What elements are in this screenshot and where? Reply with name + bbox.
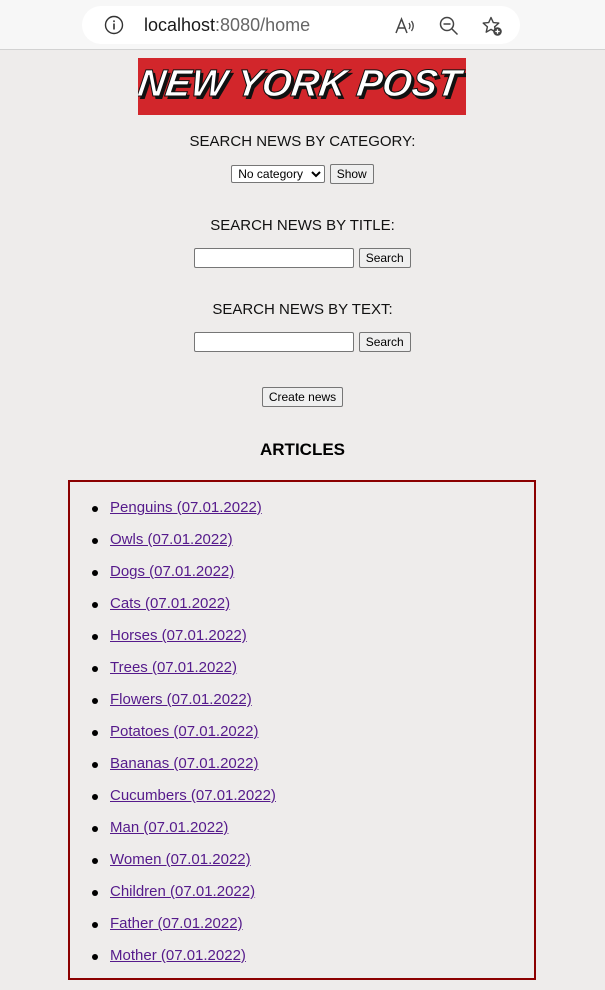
article-link[interactable]: Cats (07.01.2022) xyxy=(110,595,230,612)
list-item: Bananas (07.01.2022) xyxy=(90,754,276,786)
read-aloud-icon[interactable] xyxy=(394,15,416,37)
title-search-label: SEARCH NEWS BY TITLE: xyxy=(210,217,395,234)
article-link[interactable]: Cucumbers (07.01.2022) xyxy=(110,787,276,804)
article-link[interactable]: Penguins (07.01.2022) xyxy=(110,499,262,516)
create-news-button[interactable]: Create news xyxy=(261,387,344,407)
list-item: Women (07.01.2022) xyxy=(90,850,276,882)
list-item: Potatoes (07.01.2022) xyxy=(90,722,276,754)
list-item: Cats (07.01.2022) xyxy=(90,594,276,626)
article-link[interactable]: Father (07.01.2022) xyxy=(110,915,243,932)
articles-list: Penguins (07.01.2022) Owls (07.01.2022) … xyxy=(90,498,276,978)
article-link[interactable]: Women (07.01.2022) xyxy=(110,851,251,868)
category-select[interactable]: No category xyxy=(231,165,326,183)
list-item: Flowers (07.01.2022) xyxy=(90,690,276,722)
list-item: Man (07.01.2022) xyxy=(90,818,276,850)
article-link[interactable]: Man (07.01.2022) xyxy=(110,819,228,836)
article-link[interactable]: Children (07.01.2022) xyxy=(110,883,255,900)
browser-toolbar: localhost:8080/home xyxy=(0,0,605,50)
category-search-section: SEARCH NEWS BY CATEGORY: No category Sho… xyxy=(0,133,605,184)
category-search-label: SEARCH NEWS BY CATEGORY: xyxy=(189,133,416,150)
text-search-button[interactable]: Search xyxy=(358,332,411,352)
info-icon[interactable] xyxy=(104,15,124,35)
add-favorite-icon[interactable] xyxy=(481,15,503,37)
article-link[interactable]: Potatoes (07.01.2022) xyxy=(110,723,258,740)
article-link[interactable]: Horses (07.01.2022) xyxy=(110,627,247,644)
url-text[interactable]: localhost:8080/home xyxy=(144,15,310,35)
zoom-out-icon[interactable] xyxy=(438,15,460,37)
create-news-section: Create news xyxy=(0,387,605,407)
svg-text:NEW YORK POST: NEW YORK POST xyxy=(138,62,466,105)
site-logo: NEW YORK POST NEW YORK POST xyxy=(138,58,466,115)
list-item: Children (07.01.2022) xyxy=(90,882,276,914)
articles-heading: ARTICLES xyxy=(260,440,345,459)
list-item: Trees (07.01.2022) xyxy=(90,658,276,690)
article-link[interactable]: Bananas (07.01.2022) xyxy=(110,755,258,772)
article-link[interactable]: Trees (07.01.2022) xyxy=(110,659,237,676)
list-item: Mother (07.01.2022) xyxy=(90,946,276,978)
text-search-section: SEARCH NEWS BY TEXT: Search xyxy=(0,301,605,352)
article-link[interactable]: Dogs (07.01.2022) xyxy=(110,563,234,580)
article-link[interactable]: Flowers (07.01.2022) xyxy=(110,691,252,708)
title-search-button[interactable]: Search xyxy=(358,248,411,268)
list-item: Father (07.01.2022) xyxy=(90,914,276,946)
text-search-input[interactable] xyxy=(194,332,355,352)
show-button[interactable]: Show xyxy=(329,164,374,184)
articles-container: Penguins (07.01.2022) Owls (07.01.2022) … xyxy=(68,480,536,980)
article-link[interactable]: Mother (07.01.2022) xyxy=(110,947,246,964)
list-item: Dogs (07.01.2022) xyxy=(90,562,276,594)
list-item: Penguins (07.01.2022) xyxy=(90,498,276,530)
title-search-input[interactable] xyxy=(194,248,355,268)
article-link[interactable]: Owls (07.01.2022) xyxy=(110,531,233,548)
list-item: Cucumbers (07.01.2022) xyxy=(90,786,276,818)
list-item: Owls (07.01.2022) xyxy=(90,530,276,562)
address-bar[interactable]: localhost:8080/home xyxy=(82,6,520,44)
text-search-label: SEARCH NEWS BY TEXT: xyxy=(212,301,393,318)
list-item: Horses (07.01.2022) xyxy=(90,626,276,658)
title-search-section: SEARCH NEWS BY TITLE: Search xyxy=(0,217,605,268)
